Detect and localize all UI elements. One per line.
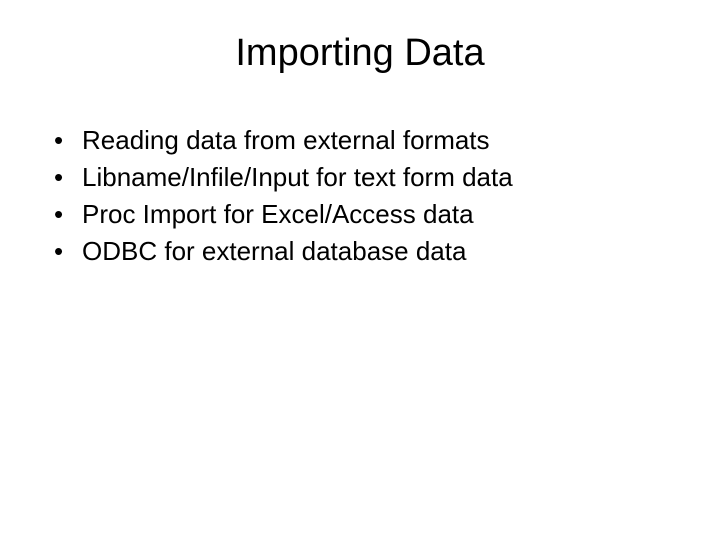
list-item: • Proc Import for Excel/Access data [54, 197, 690, 232]
bullet-text: Proc Import for Excel/Access data [82, 197, 690, 232]
bullet-text: ODBC for external database data [82, 234, 690, 269]
bullet-icon: • [54, 197, 82, 232]
bullet-list: • Reading data from external formats • L… [30, 123, 690, 269]
bullet-text: Reading data from external formats [82, 123, 690, 158]
bullet-icon: • [54, 234, 82, 269]
bullet-text: Libname/Infile/Input for text form data [82, 160, 690, 195]
slide: Importing Data • Reading data from exter… [0, 0, 720, 540]
list-item: • ODBC for external database data [54, 234, 690, 269]
list-item: • Libname/Infile/Input for text form dat… [54, 160, 690, 195]
list-item: • Reading data from external formats [54, 123, 690, 158]
slide-title: Importing Data [30, 32, 690, 75]
bullet-icon: • [54, 160, 82, 195]
bullet-icon: • [54, 123, 82, 158]
